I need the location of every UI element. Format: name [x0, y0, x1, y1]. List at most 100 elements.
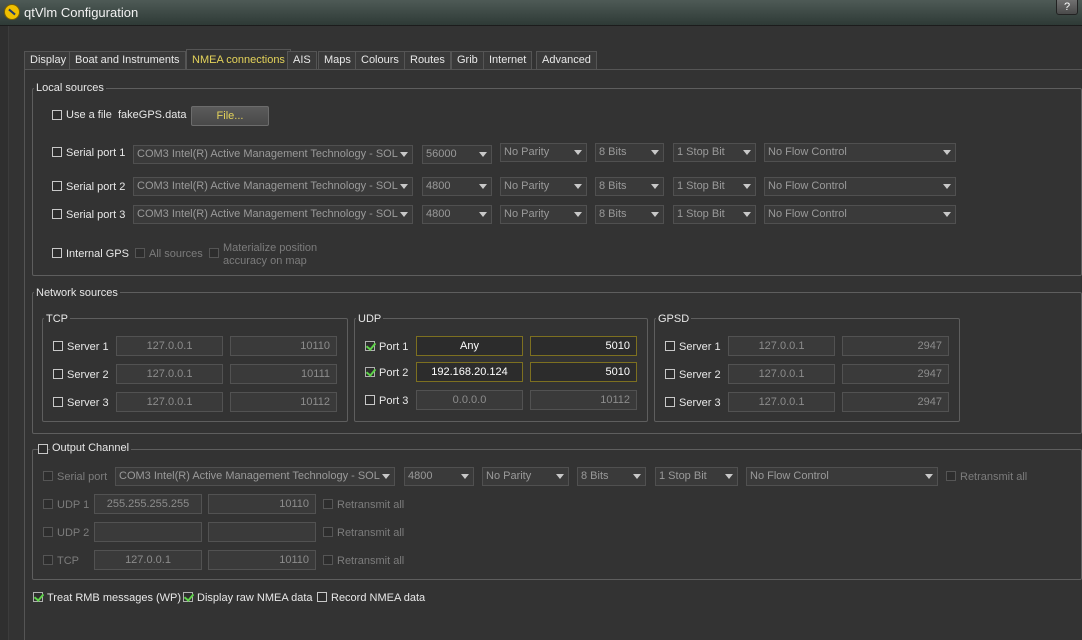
serial-port-2-stop[interactable]: 1 Stop Bit: [673, 177, 756, 196]
serial-port-3-bits[interactable]: 8 Bits: [595, 205, 664, 224]
output-serial-retransmit-checkbox[interactable]: [946, 471, 956, 481]
output-channel-checkbox[interactable]: [38, 444, 48, 454]
tab-colours[interactable]: Colours: [355, 51, 405, 69]
udp-port-3-host[interactable]: 0.0.0.0: [416, 390, 523, 410]
serial-port-3-device[interactable]: COM3 Intel(R) Active Management Technolo…: [133, 205, 413, 224]
udp-port-2-port[interactable]: 5010: [530, 362, 637, 382]
materialize-checkbox[interactable]: [209, 248, 219, 258]
output-serial-checkbox[interactable]: [43, 471, 53, 481]
output-udp1-host[interactable]: 255.255.255.255: [94, 494, 202, 514]
output-serial-device[interactable]: COM3 Intel(R) Active Management Technolo…: [115, 467, 395, 486]
output-udp1-retransmit-checkbox[interactable]: [323, 499, 333, 509]
output-serial-baud[interactable]: 4800: [404, 467, 474, 486]
output-udp2-retransmit-checkbox[interactable]: [323, 527, 333, 537]
output-udp1-port[interactable]: 10110: [208, 494, 316, 514]
serial-port-2-checkbox[interactable]: [52, 181, 62, 191]
serial-port-1-device[interactable]: COM3 Intel(R) Active Management Technolo…: [133, 145, 413, 164]
gpsd-server-1-checkbox[interactable]: [665, 341, 675, 351]
output-udp2-host[interactable]: [94, 522, 202, 542]
help-button[interactable]: ?: [1056, 0, 1078, 15]
output-serial-bits[interactable]: 8 Bits: [577, 467, 646, 486]
output-tcp-retransmit-checkbox[interactable]: [323, 555, 333, 565]
output-udp2-port[interactable]: [208, 522, 316, 542]
udp-port-3-checkbox[interactable]: [365, 395, 375, 405]
udp-port-1-port[interactable]: 5010: [530, 336, 637, 356]
gpsd-server-3-port[interactable]: 2947: [842, 392, 949, 412]
gpsd-server-2-port[interactable]: 2947: [842, 364, 949, 384]
gpsd-server-2-host[interactable]: 127.0.0.1: [728, 364, 835, 384]
file-button[interactable]: File...: [191, 106, 269, 126]
serial-port-2-device[interactable]: COM3 Intel(R) Active Management Technolo…: [133, 177, 413, 196]
serial-port-2-bits[interactable]: 8 Bits: [595, 177, 664, 196]
tcp-server-2-label: Server 2: [67, 369, 109, 381]
output-serial-stop[interactable]: 1 Stop Bit: [655, 467, 738, 486]
use-file-checkbox[interactable]: [52, 110, 62, 120]
tab-grib[interactable]: Grib: [451, 51, 484, 69]
gpsd-server-2-checkbox[interactable]: [665, 369, 675, 379]
output-serial-label: Serial port: [57, 471, 108, 483]
gpsd-server-3-checkbox[interactable]: [665, 397, 675, 407]
gpsd-server-1-host[interactable]: 127.0.0.1: [728, 336, 835, 356]
output-tcp-retransmit-label: Retransmit all: [337, 555, 405, 567]
serial-port-2-parity[interactable]: No Parity: [500, 177, 587, 196]
all-sources-checkbox[interactable]: [135, 248, 145, 258]
gpsd-server-3-host[interactable]: 127.0.0.1: [728, 392, 835, 412]
display-raw-nmea-checkbox[interactable]: [183, 592, 193, 602]
output-serial-parity[interactable]: No Parity: [482, 467, 569, 486]
udp-port-1-checkbox[interactable]: [365, 341, 375, 351]
udp-port-2-label: Port 2: [379, 367, 409, 379]
serial-port-3-stop[interactable]: 1 Stop Bit: [673, 205, 756, 224]
output-udp1-checkbox[interactable]: [43, 499, 53, 509]
tab-nmea-connections[interactable]: NMEA connections: [186, 49, 291, 69]
serial-port-2-parity-value: No Parity: [504, 180, 550, 192]
tab-advanced[interactable]: Advanced: [536, 51, 597, 69]
serial-port-2-baud[interactable]: 4800: [422, 177, 492, 196]
gpsd-server-1-port[interactable]: 2947: [842, 336, 949, 356]
udp-port-1-host[interactable]: Any: [416, 336, 523, 356]
output-tcp-port[interactable]: 10110: [208, 550, 316, 570]
udp-port-3-port[interactable]: 10112: [530, 390, 637, 410]
internal-gps-checkbox[interactable]: [52, 248, 62, 258]
serial-port-1-stop[interactable]: 1 Stop Bit: [673, 143, 756, 162]
serial-port-2-bits-value: 8 Bits: [599, 180, 627, 192]
serial-port-3-stop-value: 1 Stop Bit: [677, 208, 725, 220]
tcp-server-2-port[interactable]: 10111: [230, 364, 337, 384]
tcp-server-3-port[interactable]: 10112: [230, 392, 337, 412]
record-nmea-checkbox[interactable]: [317, 592, 327, 602]
tab-routes[interactable]: Routes: [404, 51, 451, 69]
serial-port-3-device-value: COM3 Intel(R) Active Management Technolo…: [137, 208, 398, 220]
serial-port-1-parity[interactable]: No Parity: [500, 143, 587, 162]
serial-port-2-flow-value: No Flow Control: [768, 180, 847, 192]
serial-port-3-checkbox[interactable]: [52, 209, 62, 219]
tab-internet[interactable]: Internet: [483, 51, 533, 69]
tcp-server-3-checkbox[interactable]: [53, 397, 63, 407]
output-tcp-host[interactable]: 127.0.0.1: [94, 550, 202, 570]
output-tcp-checkbox[interactable]: [43, 555, 53, 565]
tcp-server-1-port[interactable]: 10110: [230, 336, 337, 356]
output-serial-retransmit-label: Retransmit all: [960, 471, 1028, 483]
serial-port-2-flow[interactable]: No Flow Control: [764, 177, 956, 196]
serial-port-1-bits[interactable]: 8 Bits: [595, 143, 664, 162]
serial-port-3-baud[interactable]: 4800: [422, 205, 492, 224]
tcp-server-2-checkbox[interactable]: [53, 369, 63, 379]
serial-port-3-parity[interactable]: No Parity: [500, 205, 587, 224]
output-serial-flow[interactable]: No Flow Control: [746, 467, 938, 486]
chevron-down-icon: [943, 212, 951, 217]
serial-port-1-flow[interactable]: No Flow Control: [764, 143, 956, 162]
tab-maps[interactable]: Maps: [318, 51, 357, 69]
tab-ais[interactable]: AIS: [287, 51, 317, 69]
serial-port-1-baud[interactable]: 56000: [422, 145, 492, 164]
tab-display[interactable]: Display: [24, 51, 73, 69]
tab-boat-and-instruments[interactable]: Boat and Instruments: [69, 51, 186, 69]
udp-port-2-checkbox[interactable]: [365, 367, 375, 377]
udp-port-2-host[interactable]: 192.168.20.124: [416, 362, 523, 382]
tcp-server-1-checkbox[interactable]: [53, 341, 63, 351]
tcp-server-2-host[interactable]: 127.0.0.1: [116, 364, 223, 384]
tcp-server-3-host[interactable]: 127.0.0.1: [116, 392, 223, 412]
output-udp2-checkbox[interactable]: [43, 527, 53, 537]
tcp-server-1-host[interactable]: 127.0.0.1: [116, 336, 223, 356]
serial-port-3-flow[interactable]: No Flow Control: [764, 205, 956, 224]
serial-port-1-checkbox[interactable]: [52, 147, 62, 157]
output-udp2-label: UDP 2: [57, 527, 90, 539]
treat-rmb-checkbox[interactable]: [33, 592, 43, 602]
